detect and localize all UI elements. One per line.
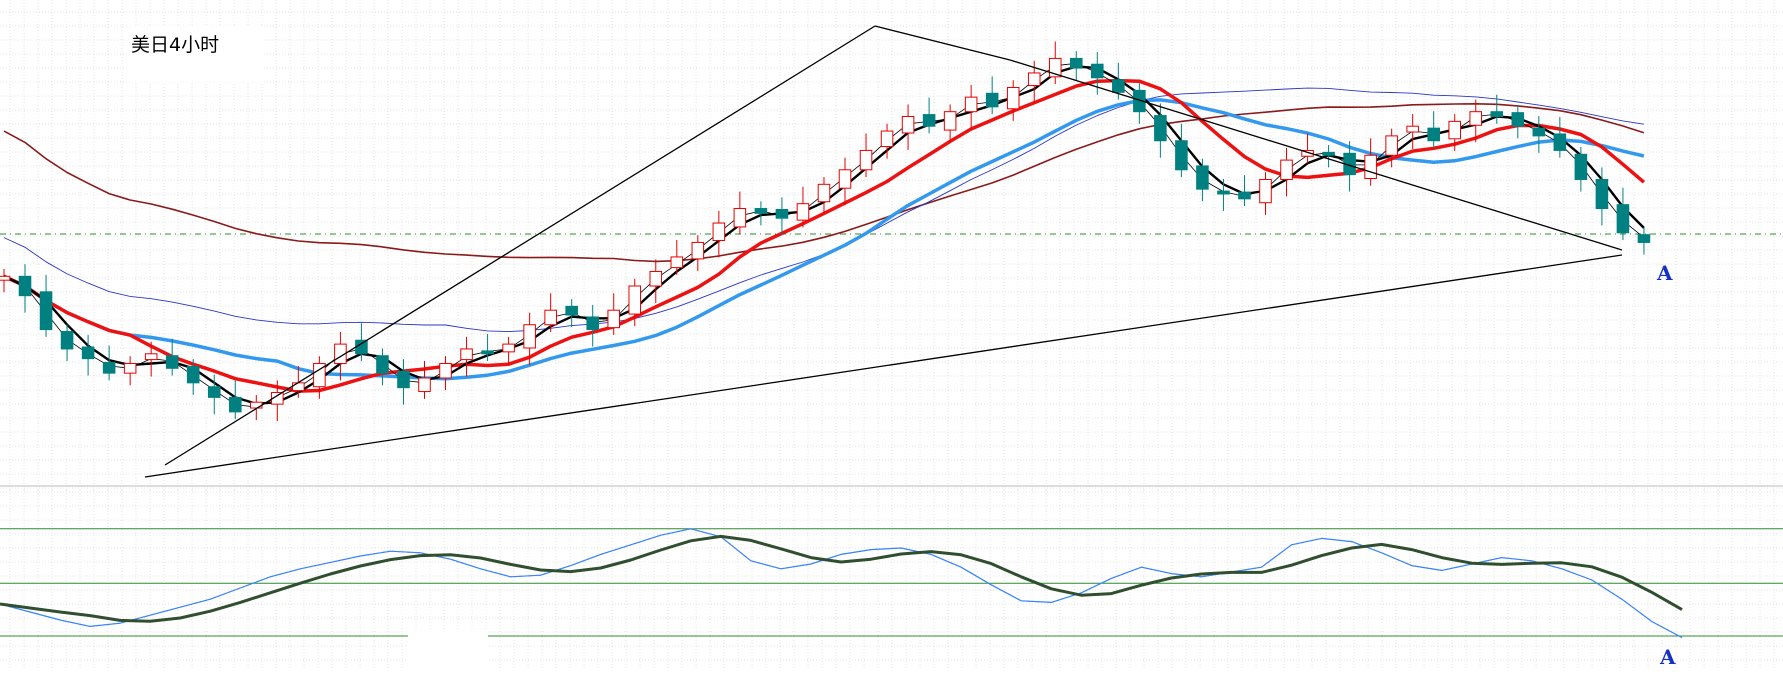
candle-body <box>355 339 368 355</box>
chart-title: 美日4小时 <box>131 34 220 56</box>
price-chart-svg <box>0 0 1783 670</box>
candle-body <box>1553 133 1567 151</box>
candle-body <box>60 331 74 350</box>
candle-body <box>1595 178 1609 210</box>
ma-black-line <box>3 65 1645 405</box>
candle-body <box>144 353 158 361</box>
candle-body <box>81 346 95 360</box>
candle-body <box>228 396 242 413</box>
trendline-long-support <box>144 254 1623 478</box>
candle-body <box>186 365 200 384</box>
candle-body <box>18 275 32 297</box>
candle-body <box>628 285 642 315</box>
candle-body <box>207 386 221 398</box>
candle-body <box>1469 111 1483 126</box>
candle-body <box>1427 127 1440 142</box>
candle-body <box>565 305 578 316</box>
candle-body <box>1154 115 1167 142</box>
candle-body <box>1027 72 1041 87</box>
candle-body <box>670 256 684 269</box>
candle-body <box>817 183 831 203</box>
candle-body <box>943 111 957 131</box>
candle-body <box>712 222 726 241</box>
candle-body <box>1406 125 1419 133</box>
candle-body <box>460 348 473 361</box>
candle-body <box>1175 140 1188 171</box>
marker-a-price: A <box>1657 261 1673 285</box>
candle-body <box>775 208 789 219</box>
candle-body <box>1616 204 1630 234</box>
candle-body <box>481 350 494 355</box>
blank-patch <box>408 630 488 687</box>
candle-body <box>1385 135 1398 156</box>
candle-body <box>292 382 305 392</box>
candle-body <box>250 401 263 409</box>
candle-body <box>922 114 936 127</box>
candle-body <box>418 377 431 393</box>
candle-body <box>1112 79 1125 93</box>
candle-body <box>796 203 810 221</box>
candle-body <box>985 92 999 108</box>
candle-body <box>733 208 747 228</box>
candle-body <box>439 362 452 379</box>
candle-body <box>607 309 621 329</box>
candle-body <box>544 309 557 326</box>
ma-thin-line <box>3 62 1645 408</box>
candle-body <box>1511 112 1525 127</box>
osc-signal-line <box>0 534 1683 623</box>
candle-body <box>859 149 873 171</box>
candle-body <box>1091 63 1104 79</box>
candle-body <box>523 324 536 349</box>
candle-body <box>964 96 978 113</box>
candle-body <box>1322 151 1335 156</box>
candle-body <box>39 291 53 331</box>
candle-body <box>102 362 116 374</box>
candle-body <box>1196 165 1209 190</box>
marker-a-oscillator: A <box>1660 645 1676 669</box>
candle-body <box>1448 120 1462 140</box>
candle-body <box>586 316 599 331</box>
candle-body <box>1238 191 1251 200</box>
candle-body <box>1259 178 1272 204</box>
candle-body <box>0 275 11 281</box>
forex-chart <box>0 0 1783 687</box>
candle-body <box>165 355 179 369</box>
candle-body <box>901 116 915 134</box>
candle-body <box>1217 190 1230 195</box>
candle-body <box>1532 127 1546 137</box>
candle-body <box>502 343 515 353</box>
candle-body <box>1490 111 1504 118</box>
candle-body <box>1637 234 1651 243</box>
candle-body <box>1069 57 1083 69</box>
trendline-top <box>874 25 1011 61</box>
candle-body <box>691 241 705 260</box>
candle-body <box>754 208 768 214</box>
candle-body <box>123 362 137 374</box>
candle-body <box>880 130 894 148</box>
candle-body <box>649 270 663 287</box>
candle-body <box>838 169 852 189</box>
candle-body <box>1364 154 1377 180</box>
trendline-rising <box>164 25 876 466</box>
candle-body <box>1280 159 1293 180</box>
candle-body <box>397 370 410 389</box>
candle-body <box>376 355 389 374</box>
candle-body <box>1574 153 1588 180</box>
candle-body <box>1006 86 1020 110</box>
